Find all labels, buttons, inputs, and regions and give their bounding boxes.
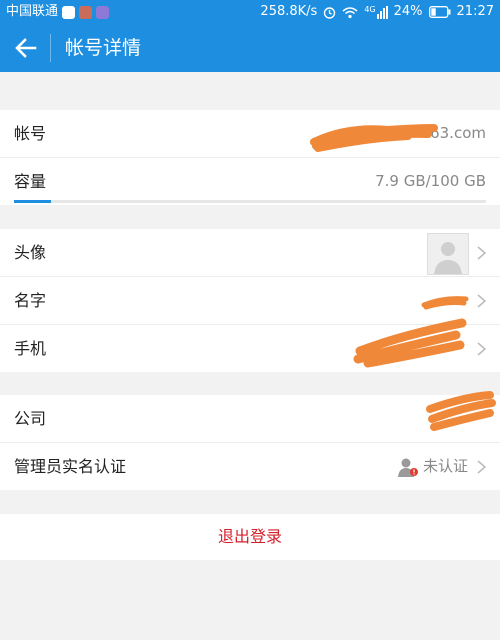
capacity-progress-bar [14, 200, 486, 203]
capacity-row: 容量 7.9 GB/100 GB [0, 158, 500, 205]
chevron-right-icon [477, 460, 487, 474]
avatar-row[interactable]: 头像 [0, 229, 500, 277]
company-row[interactable]: 公司 [0, 391, 500, 443]
phone-row[interactable]: 手机 [0, 318, 500, 372]
redaction-mark [421, 296, 469, 310]
alarm-icon [324, 6, 336, 19]
page-title: 帐号详情 [65, 37, 142, 59]
redaction-mark [353, 318, 467, 368]
app-notification-icon [96, 5, 110, 19]
battery-icon [428, 6, 451, 18]
verification-status: 未认证 [397, 443, 468, 490]
admin-verification-label: 管理员实名认证 [14, 457, 127, 476]
back-button[interactable] [8, 30, 44, 66]
carrier-name: 中国联通 [6, 4, 59, 19]
network-type: 4G [364, 4, 376, 14]
admin-status-text: 未认证 [422, 457, 468, 475]
status-bar: 中国联通 258.8K/s 4G 24% 21:27 [0, 0, 500, 24]
account-row: 帐号 63.com [0, 110, 500, 158]
company-section: 公司 管理员实名认证 未认证 [0, 391, 500, 490]
avatar-label: 头像 [14, 243, 47, 262]
capacity-label: 容量 [14, 172, 47, 191]
avatar [427, 233, 469, 275]
signal-icon: 4G [364, 4, 388, 19]
chevron-right-icon [477, 294, 487, 308]
capacity-progress-fill [14, 200, 52, 203]
redaction-mark [310, 124, 438, 152]
app-notification-icon [62, 5, 76, 19]
logout-button[interactable]: 退出登录 [0, 514, 500, 560]
chevron-right-icon [477, 342, 487, 356]
arrow-left-icon [15, 38, 37, 58]
redaction-mark [426, 391, 496, 431]
profile-section: 头像 名字 手机 [0, 229, 500, 372]
wifi-icon [342, 6, 358, 18]
default-avatar-icon [428, 234, 468, 274]
clock: 21:27 [456, 4, 494, 19]
company-label: 公司 [14, 409, 47, 428]
chevron-right-icon [477, 246, 487, 260]
phone-label: 手机 [14, 339, 47, 358]
app-bar: 帐号详情 [0, 24, 500, 72]
name-label: 名字 [14, 291, 47, 310]
appbar-divider [50, 34, 51, 62]
account-label: 帐号 [14, 124, 47, 143]
user-warning-icon [397, 458, 418, 477]
capacity-value: 7.9 GB/100 GB [375, 172, 486, 190]
admin-verification-row[interactable]: 管理员实名认证 未认证 [0, 443, 500, 490]
app-notification-icon [79, 5, 93, 19]
battery-percent: 24% [393, 4, 423, 19]
account-section: 帐号 63.com 容量 7.9 GB/100 GB [0, 110, 500, 205]
network-speed: 258.8K/s [260, 4, 318, 19]
